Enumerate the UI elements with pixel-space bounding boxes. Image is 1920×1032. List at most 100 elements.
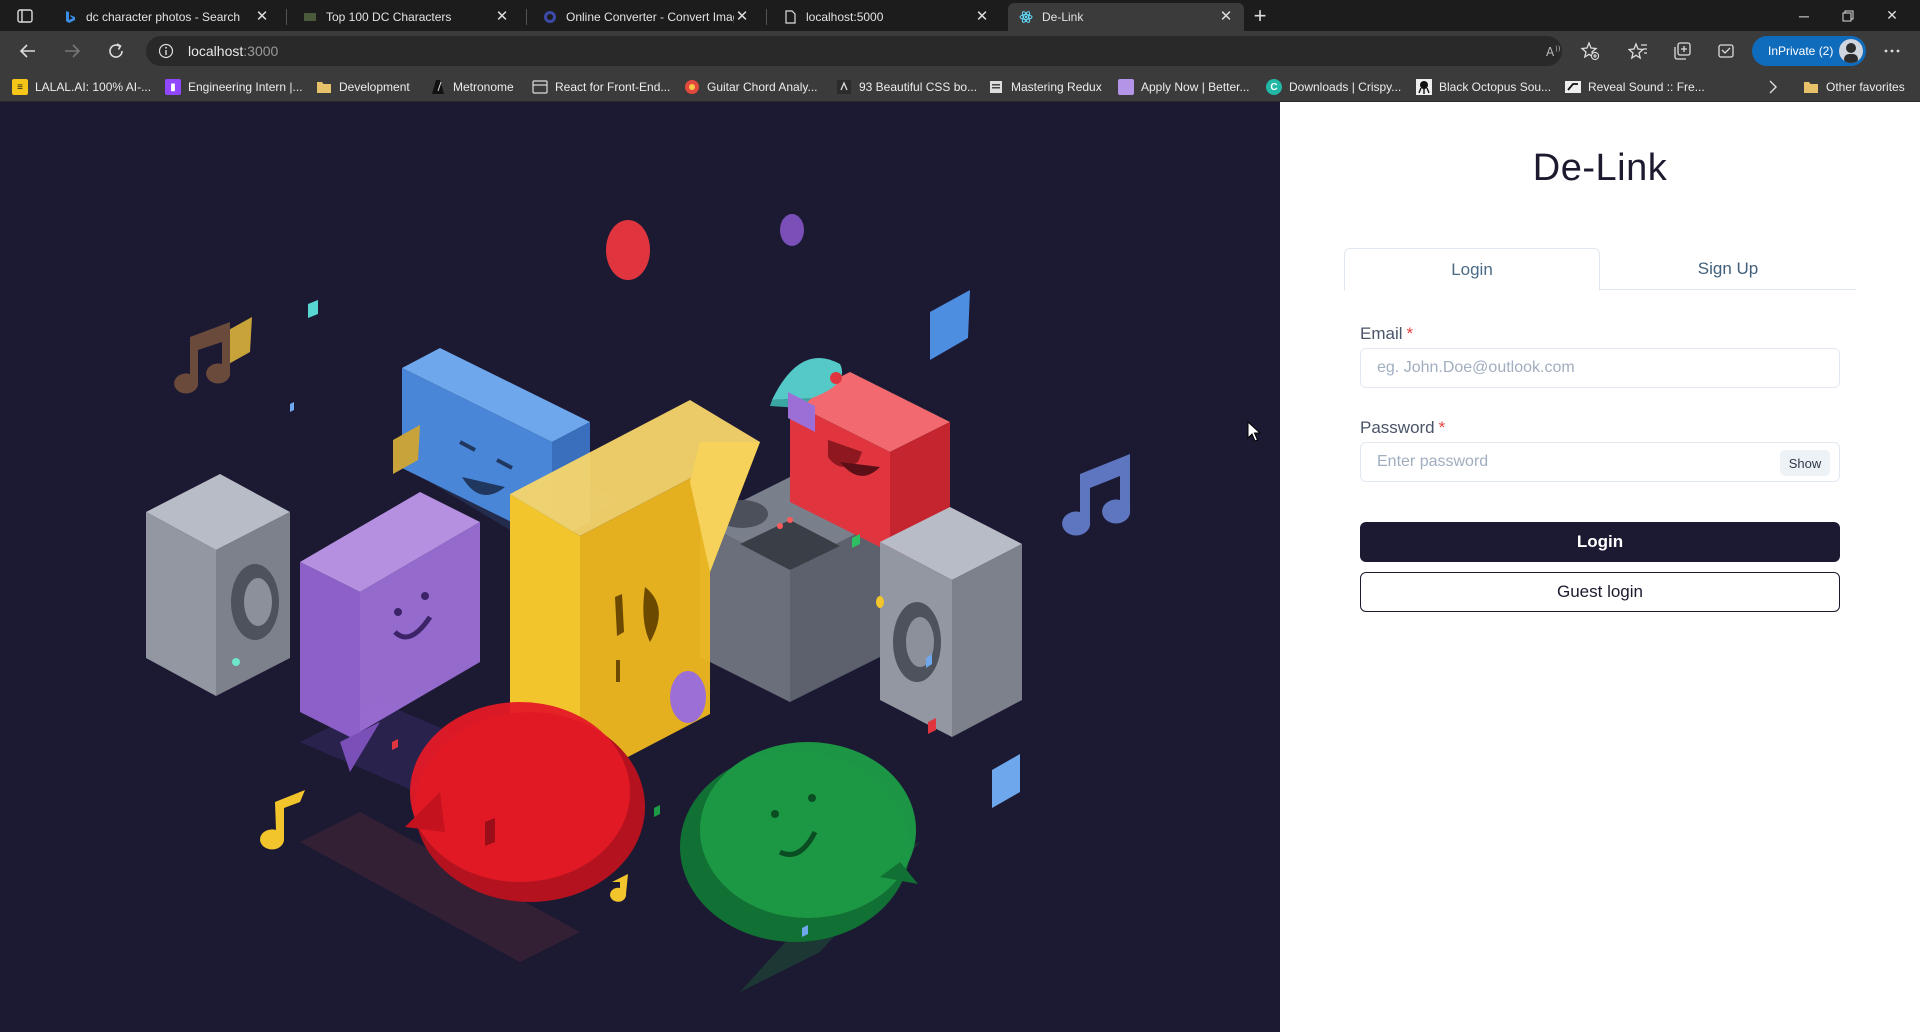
favorite-mastering-redux[interactable]: Mastering Redux: [988, 78, 1102, 96]
close-tab-icon[interactable]: ✕: [1218, 9, 1234, 25]
bing-icon: [62, 9, 78, 25]
add-favorite-icon[interactable]: [1578, 39, 1602, 63]
close-tab-icon[interactable]: ✕: [734, 9, 750, 25]
page-icon: [988, 79, 1004, 95]
site-info-icon[interactable]: [158, 43, 174, 59]
minimize-icon[interactable]: ─: [1782, 0, 1826, 31]
required-mark: *: [1406, 324, 1414, 343]
password-field[interactable]: Enter password Show: [1360, 442, 1840, 482]
favorite-label: LALAL.AI: 100% AI-...: [35, 80, 152, 94]
favorite-label: Apply Now | Better...: [1141, 80, 1250, 94]
url-host: localhost: [188, 43, 244, 59]
close-tab-icon[interactable]: ✕: [974, 9, 990, 25]
refresh-icon[interactable]: [102, 37, 130, 65]
favorites-icon[interactable]: [1626, 39, 1650, 63]
tab-login[interactable]: Login: [1344, 248, 1600, 291]
browser-tab-localhost-5000[interactable]: localhost:5000 ✕: [772, 3, 1000, 31]
favorite-black-octopus[interactable]: Black Octopus Sou...: [1416, 78, 1551, 96]
guest-login-button[interactable]: Guest login: [1360, 572, 1840, 612]
favorite-label: 93 Beautiful CSS bo...: [859, 80, 978, 94]
password-label: Password *: [1360, 418, 1445, 438]
close-window-icon[interactable]: ✕: [1870, 0, 1914, 31]
folder-icon: [1803, 79, 1819, 95]
crispy-icon: C: [1266, 79, 1282, 95]
inprivate-label: InPrivate (2): [1768, 44, 1834, 58]
converter-icon: [542, 9, 558, 25]
svg-text:A: A: [1546, 45, 1555, 59]
favorite-apply-now[interactable]: Apply Now | Better...: [1118, 78, 1250, 96]
address-bar[interactable]: localhost:3000 A)): [146, 36, 1562, 66]
url-port: :3000: [243, 43, 279, 59]
browser-essentials-icon[interactable]: [1714, 39, 1738, 63]
favorite-metronome[interactable]: Metronome: [430, 78, 514, 96]
favorite-react-front-end[interactable]: React for Front-End...: [532, 78, 670, 96]
tab-sign-up[interactable]: Sign Up: [1600, 248, 1856, 290]
page-icon: [302, 9, 318, 25]
tab-divider: [286, 9, 287, 25]
tab-divider: [526, 9, 527, 25]
favorite-development[interactable]: Development: [316, 78, 410, 96]
email-field[interactable]: eg. John.Doe@outlook.com: [1360, 348, 1840, 388]
favorite-reveal-sound[interactable]: Reveal Sound :: Fre...: [1565, 78, 1705, 96]
url-text: localhost:3000: [188, 43, 278, 59]
inprivate-badge[interactable]: InPrivate (2): [1752, 36, 1866, 66]
email-label: Email *: [1360, 324, 1413, 344]
browser-tab-search[interactable]: dc character photos - Search ✕: [52, 3, 280, 31]
app-title: De-Link: [1532, 147, 1668, 189]
email-label-text: Email: [1360, 324, 1403, 343]
css-icon: [836, 79, 852, 95]
svg-text:)): )): [1555, 45, 1561, 53]
mouse-cursor-icon: [1247, 421, 1261, 442]
apply-icon: [1118, 79, 1134, 95]
back-icon[interactable]: [14, 37, 42, 65]
favorite-label: Guitar Chord Analy...: [707, 80, 818, 94]
browser-toolbar: localhost:3000 A)) InPrivate (2): [0, 31, 1920, 71]
favorite-label: Reveal Sound :: Fre...: [1588, 80, 1705, 94]
show-password-button[interactable]: Show: [1780, 450, 1830, 476]
other-favorites[interactable]: Other favorites: [1803, 78, 1905, 96]
favorite-label: Development: [339, 80, 410, 94]
new-tab-button[interactable]: +: [1248, 5, 1272, 27]
browser-tab-de-link[interactable]: De-Link ✕: [1008, 3, 1244, 31]
octopus-icon: [1416, 79, 1432, 95]
tab-label: localhost:5000: [806, 10, 884, 24]
favorite-lalal[interactable]: ≡ LALAL.AI: 100% AI-...: [12, 78, 151, 96]
close-tab-icon[interactable]: ✕: [494, 9, 510, 25]
hero-illustration: [0, 102, 1280, 1032]
favorite-crispy-downloads[interactable]: C Downloads | Crispy...: [1266, 78, 1401, 96]
tab-actions-icon[interactable]: [12, 6, 38, 26]
read-aloud-icon[interactable]: A)): [1542, 39, 1566, 63]
favorite-label: Metronome: [453, 80, 514, 94]
restore-icon[interactable]: [1826, 0, 1870, 31]
chord-icon: [684, 79, 700, 95]
favorite-label: React for Front-End...: [555, 80, 671, 94]
favorites-overflow-chevron-icon[interactable]: [1768, 78, 1778, 96]
browser-tab-dc-characters[interactable]: Top 100 DC Characters ✕: [292, 3, 520, 31]
lalal-icon: ≡: [12, 79, 28, 95]
collections-icon[interactable]: [1670, 39, 1694, 63]
other-favorites-label: Other favorites: [1826, 80, 1905, 94]
music-note-left: [174, 322, 231, 394]
email-placeholder: eg. John.Doe@outlook.com: [1377, 359, 1575, 376]
tab-divider: [766, 9, 767, 25]
favorite-label: Engineering Intern |...: [188, 80, 303, 94]
auth-panel: De-Link Login Sign Up Email * eg. John.Do…: [1280, 102, 1920, 1032]
tab-label: De-Link: [1042, 10, 1084, 24]
favorite-guitar-chord[interactable]: Guitar Chord Analy...: [684, 78, 818, 96]
favorite-engineering-intern[interactable]: ▮ Engineering Intern |...: [165, 78, 303, 96]
metronome-icon: [430, 79, 446, 95]
browser-tab-converter[interactable]: Online Converter - Convert Imag ✕: [532, 3, 760, 31]
forward-icon[interactable]: [58, 37, 86, 65]
page-viewport: De-Link Login Sign Up Email * eg. John.Do…: [0, 102, 1920, 1032]
favorites-bar: ≡ LALAL.AI: 100% AI-... ▮ Engineering In…: [0, 71, 1920, 102]
document-icon: [782, 9, 798, 25]
tab-strip: dc character photos - Search ✕ Top 100 D…: [0, 0, 1920, 31]
more-options-icon[interactable]: [1880, 39, 1904, 63]
login-button[interactable]: Login: [1360, 522, 1840, 562]
tab-label: Top 100 DC Characters: [326, 10, 452, 24]
favorite-css-borders[interactable]: 93 Beautiful CSS bo...: [836, 78, 977, 96]
tab-label: Online Converter - Convert Imag: [566, 10, 734, 24]
close-tab-icon[interactable]: ✕: [254, 9, 270, 25]
favorite-label: Black Octopus Sou...: [1439, 80, 1552, 94]
folder-icon: [316, 79, 332, 95]
